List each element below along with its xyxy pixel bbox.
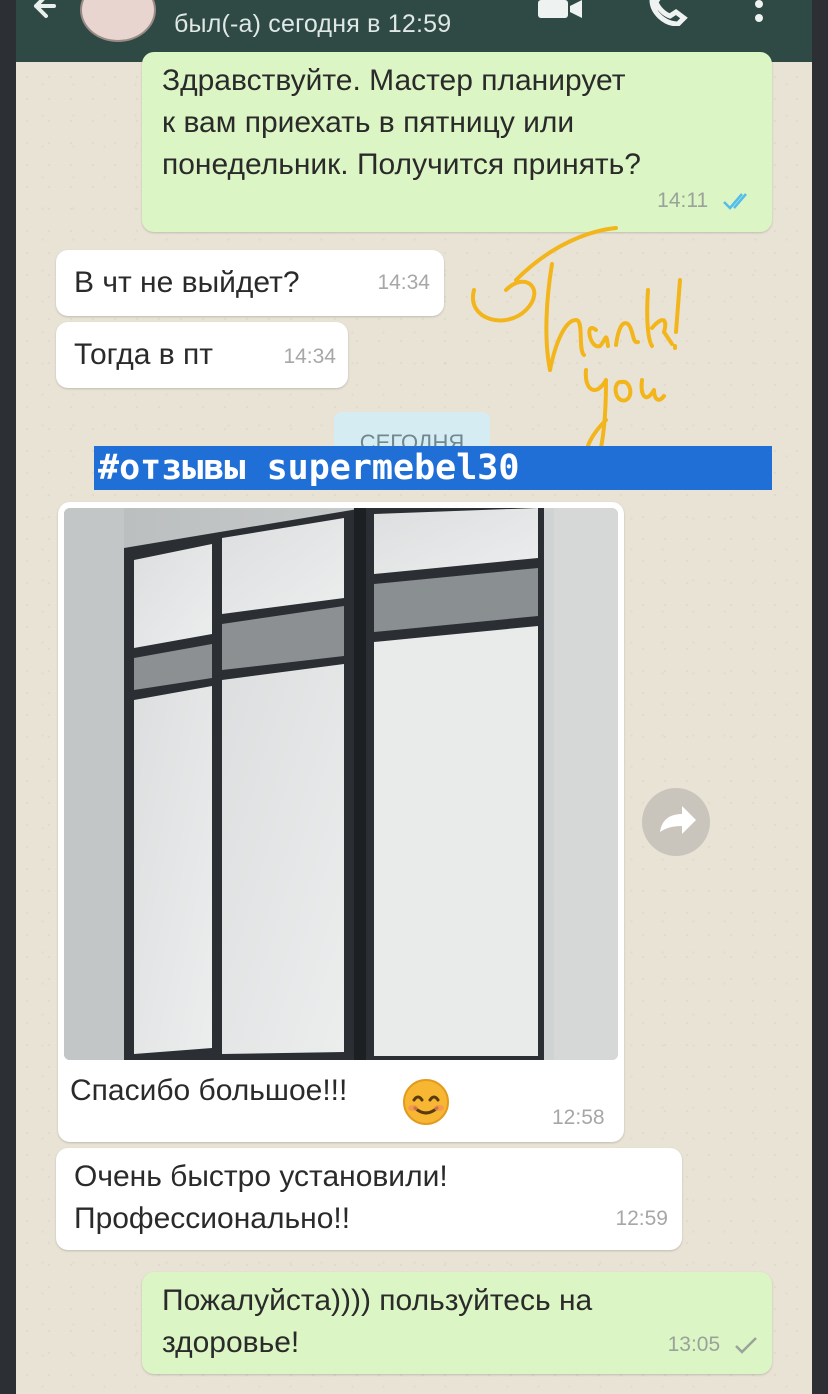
contact-avatar[interactable] (80, 0, 156, 42)
more-options-icon[interactable] (752, 0, 766, 34)
message-outgoing[interactable]: Здравствуйте. Мастер планирует к вам при… (142, 52, 772, 232)
message-text: Тогда в пт (74, 338, 214, 371)
wardrobe-photo[interactable] (64, 508, 618, 1060)
message-incoming[interactable]: Тогда в пт 14:34 (56, 322, 348, 388)
message-timestamp: 14:34 (283, 345, 336, 368)
forward-arrow-icon (660, 806, 696, 834)
message-text: В чт не выйдет? (74, 266, 300, 299)
smiling-face-emoji-icon (403, 1079, 449, 1125)
message-text-line: Очень быстро установили! (74, 1160, 448, 1193)
phone-icon[interactable] (646, 0, 690, 26)
message-text: Спасибо большое!!! (70, 1074, 348, 1107)
back-arrow-icon[interactable] (32, 0, 76, 30)
message-text-line: Пожалуйста)))) пользуйтесь на (162, 1284, 593, 1317)
message-timestamp: 12:59 (615, 1207, 668, 1230)
message-text-line: к вам приехать в пятницу или (162, 106, 575, 139)
message-text-line: Здравствуйте. Мастер планирует (162, 64, 626, 97)
message-incoming[interactable]: Очень быстро установили! Профессионально… (56, 1148, 682, 1250)
thank-you-sticker (470, 226, 682, 465)
forward-button[interactable] (642, 788, 710, 856)
message-timestamp: 14:11 (657, 180, 754, 222)
video-call-icon[interactable] (536, 0, 586, 22)
message-text-line: Профессионально!! (74, 1202, 351, 1235)
message-outgoing[interactable]: Пожалуйста)))) пользуйтесь на здоровье! … (142, 1272, 772, 1374)
message-timestamp: 14:34 (377, 271, 430, 294)
sent-check-icon (735, 1337, 757, 1355)
chat-screen: был(-а) сегодня в 12:59 Здравствуйте. Ма… (16, 0, 812, 1394)
hashtag-banner: #отзывы supermebel30 (94, 446, 772, 490)
message-incoming-photo[interactable]: Спасибо большое!!! 12:58 (58, 502, 624, 1142)
message-timestamp: 13:05 (668, 1324, 758, 1366)
last-seen-status: был(-а) сегодня в 12:59 (174, 10, 452, 38)
message-timestamp: 12:58 (552, 1106, 605, 1129)
message-incoming[interactable]: В чт не выйдет? 14:34 (56, 250, 444, 316)
read-receipt-icon (723, 193, 747, 211)
